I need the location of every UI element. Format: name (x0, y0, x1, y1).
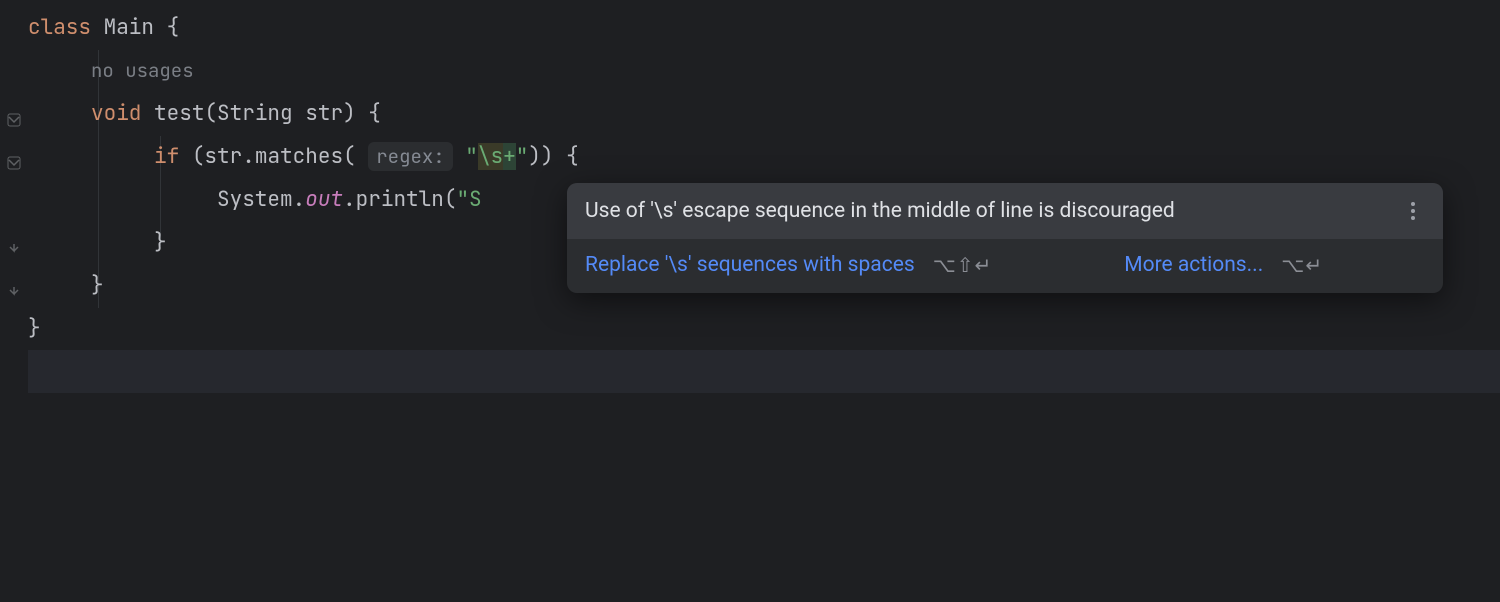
class-name: Main (104, 14, 154, 41)
println-field: out (305, 186, 343, 213)
shortcut-hint: ⌥⇧↵ (933, 253, 993, 277)
popup-actions-row: Replace '\s' sequences with spaces ⌥⇧↵ M… (567, 239, 1443, 293)
paren-open: ( (343, 143, 356, 170)
code-area[interactable]: class Main { no usages void test(String … (28, 0, 1500, 602)
paren-open: ( (192, 143, 205, 170)
fold-end-icon[interactable] (6, 241, 22, 257)
code-editor[interactable]: class Main { no usages void test(String … (0, 0, 1500, 602)
shortcut-hint: ⌥↵ (1281, 253, 1323, 277)
code-line[interactable]: class Main { (28, 6, 1500, 49)
fold-end-icon[interactable] (6, 284, 22, 300)
keyword-void: void (91, 100, 141, 127)
paren-close: ) (528, 143, 541, 170)
inspection-popup[interactable]: Use of '\s' escape sequence in the middl… (567, 183, 1443, 293)
println-method: println (356, 186, 444, 213)
brace-close: } (28, 315, 41, 342)
string-open: " (465, 143, 478, 170)
param-type: String (217, 100, 293, 127)
keyword-if: if (154, 143, 179, 170)
call-target: str (204, 143, 242, 170)
fold-toggle-icon[interactable] (6, 155, 22, 171)
popup-header: Use of '\s' escape sequence in the middl… (567, 183, 1443, 239)
caret-line-highlight (28, 350, 1500, 393)
code-line[interactable]: void test(String str) { (28, 92, 1500, 135)
code-line[interactable]: } (28, 307, 1500, 350)
usages-inlay[interactable]: no usages (91, 58, 194, 83)
keyword-class: class (28, 14, 91, 41)
brace-close: } (91, 272, 104, 299)
paren-open: ( (204, 100, 217, 127)
editor-gutter (0, 0, 28, 602)
replace-action-link[interactable]: Replace '\s' sequences with spaces (585, 253, 915, 277)
more-actions-link[interactable]: More actions... (1124, 253, 1263, 277)
call-method: matches (255, 143, 343, 170)
brace-close: } (154, 229, 167, 256)
method-name: test (154, 100, 204, 127)
brace-open: { (167, 14, 180, 41)
param-name: str (305, 100, 343, 127)
fold-toggle-icon[interactable] (6, 112, 22, 128)
println-arg: "S (456, 186, 481, 213)
string-close: " (516, 143, 529, 170)
popup-title: Use of '\s' escape sequence in the middl… (585, 199, 1175, 223)
code-line[interactable]: no usages (28, 49, 1500, 92)
brace-open: { (368, 100, 381, 127)
code-line[interactable]: if (str.matches( regex: "\s+")) { (28, 135, 1500, 178)
paren-close: ) (343, 100, 356, 127)
brace-open: { (566, 143, 579, 170)
escape-sequence: \s (478, 143, 503, 170)
paren-close: ) (541, 143, 554, 170)
regex-plus: + (503, 143, 516, 170)
kebab-menu-icon[interactable] (1401, 199, 1425, 223)
parameter-hint: regex: (368, 142, 452, 171)
paren-open: ( (444, 186, 457, 213)
println-qualifier: System (217, 186, 293, 213)
